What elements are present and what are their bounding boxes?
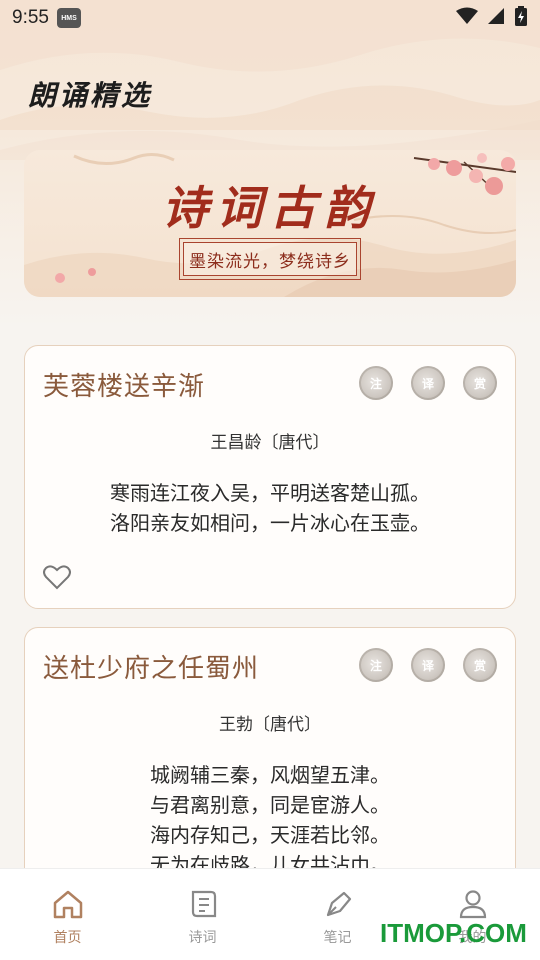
- poem-title[interactable]: 芙蓉楼送辛渐: [43, 366, 205, 403]
- battery-icon: [514, 5, 528, 31]
- poem-author: 王勃〔唐代〕: [219, 715, 321, 735]
- annotate-button[interactable]: 注: [359, 648, 393, 682]
- scroll-icon: [187, 889, 219, 923]
- poem-line: 与君离别意，同是宦游人。: [150, 793, 390, 817]
- banner-title: 诗词古韵: [162, 181, 378, 235]
- tab-label: 首页: [53, 929, 82, 945]
- status-time: 9:55: [12, 7, 49, 28]
- poem-actions: 注 译 赏: [359, 366, 497, 400]
- tab-label: 诗词: [188, 929, 217, 945]
- poem-line: 城阙辅三秦，风烟望五津。: [150, 763, 390, 787]
- annotate-button[interactable]: 注: [359, 366, 393, 400]
- translate-button[interactable]: 译: [411, 648, 445, 682]
- tab-label: 笔记: [323, 929, 352, 945]
- poem-card[interactable]: 芙蓉楼送辛渐 注 译 赏 王昌龄〔唐代〕 寒雨连江夜入吴，平明送客楚山孤。 洛阳…: [24, 345, 516, 609]
- banner-subtitle: 墨染流光，梦绕诗乡: [183, 242, 357, 276]
- banner-subtitle-frame: 墨染流光，梦绕诗乡: [179, 238, 361, 280]
- poem-line: 寒雨连江夜入吴，平明送客楚山孤。: [110, 481, 430, 505]
- signal-icon: [486, 7, 506, 30]
- banner[interactable]: 诗词古韵 墨染流光，梦绕诗乡: [24, 150, 516, 297]
- poem-title[interactable]: 送杜少府之任蜀州: [43, 648, 259, 685]
- tab-poems[interactable]: 诗词: [135, 869, 270, 960]
- appreciate-button[interactable]: 赏: [463, 366, 497, 400]
- home-icon: [52, 889, 84, 923]
- hms-badge: HMS: [56, 8, 81, 28]
- page-title: 朗诵精选: [28, 79, 153, 112]
- translate-button[interactable]: 译: [411, 366, 445, 400]
- poem-actions: 注 译 赏: [359, 648, 497, 682]
- watermark: ITMOP.COM: [380, 918, 527, 948]
- wifi-icon: [456, 7, 478, 30]
- status-bar: 9:55 HMS: [0, 0, 540, 36]
- poem-author: 王昌龄〔唐代〕: [210, 433, 330, 453]
- favorite-heart-icon[interactable]: [43, 564, 71, 590]
- poem-line: 洛阳亲友如相问，一片冰心在玉壶。: [110, 511, 430, 535]
- tab-home[interactable]: 首页: [0, 869, 135, 960]
- appreciate-button[interactable]: 赏: [463, 648, 497, 682]
- pen-icon: [322, 889, 354, 923]
- poem-line: 海内存知己，天涯若比邻。: [150, 823, 390, 847]
